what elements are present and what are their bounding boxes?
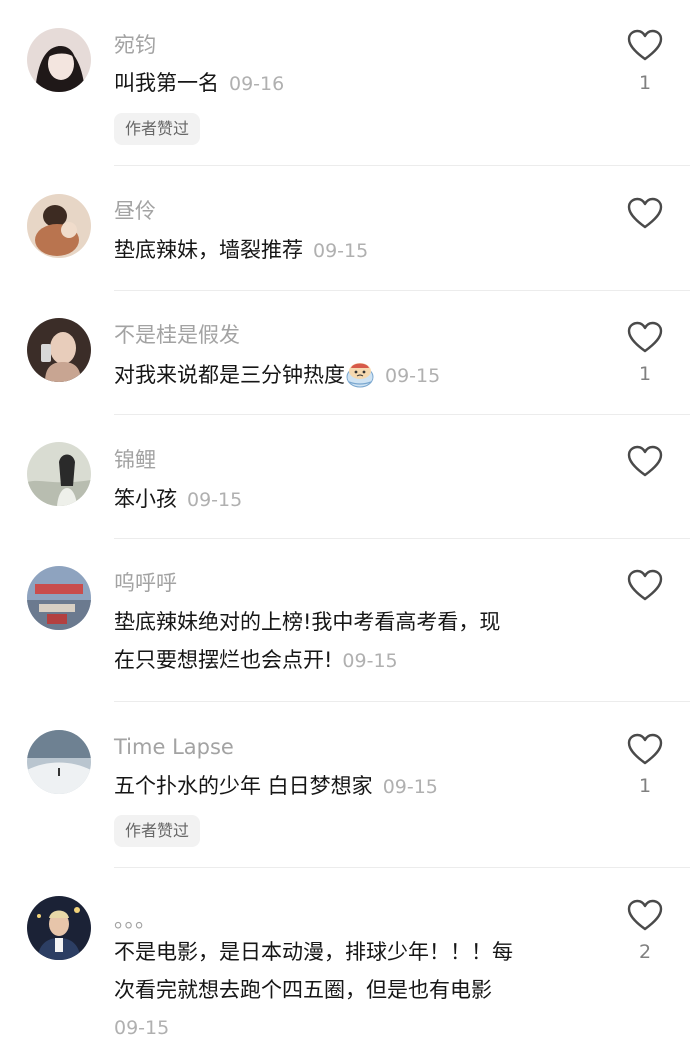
avatar[interactable] xyxy=(27,318,91,382)
username[interactable]: 昼伶 xyxy=(114,197,156,225)
comment-text-body: 叫我第一名 xyxy=(114,71,219,95)
username[interactable]: 呜呼呼 xyxy=(114,569,177,597)
divider xyxy=(114,414,690,415)
like-count: 2 xyxy=(638,941,652,963)
heart-outline-icon xyxy=(627,899,663,931)
avatar[interactable] xyxy=(27,28,91,92)
comment-text: 叫我第一名 09-16 xyxy=(114,64,594,103)
divider xyxy=(114,165,690,166)
divider xyxy=(114,538,690,539)
avatar[interactable] xyxy=(27,442,91,506)
comment-text: 五个扑水的少年 白日梦想家 09-15 xyxy=(114,767,594,806)
comment-date: 09-15 xyxy=(382,776,438,798)
heart-outline-icon xyxy=(627,445,663,477)
like-count: 1 xyxy=(638,775,652,797)
divider xyxy=(114,290,690,291)
divider xyxy=(114,701,690,702)
comment-text-line: 垫底辣妹绝对的上榜!我中考看高考看，现 xyxy=(114,610,501,634)
heart-outline-icon xyxy=(627,321,663,353)
comment-text-line: 不是电影，是日本动漫，排球少年！！！每 xyxy=(114,940,513,964)
author-liked-badge: 作者赞过 xyxy=(114,113,201,145)
heart-outline-icon xyxy=(627,29,663,61)
avatar[interactable] xyxy=(27,194,91,258)
like-count: 1 xyxy=(638,363,652,385)
username[interactable]: Time Lapse xyxy=(114,733,234,761)
avatar[interactable] xyxy=(27,896,91,960)
like-button[interactable] xyxy=(626,732,664,766)
comment-text: 垫底辣妹，墙裂推荐 09-15 xyxy=(114,231,594,270)
comment-date: 09-15 xyxy=(342,650,398,672)
username[interactable]: 宛钧 xyxy=(114,31,156,59)
comment-text-body: 垫底辣妹，墙裂推荐 xyxy=(114,238,303,262)
comment-text: 垫底辣妹绝对的上榜!我中考看高考看，现 在只要想摆烂也会点开! 09-15 xyxy=(114,603,594,680)
like-button[interactable] xyxy=(626,444,664,478)
comment-text: 不是电影，是日本动漫，排球少年！！！每 次看完就想去跑个四五圈，但是也有电影 09-… xyxy=(114,933,594,1047)
heart-outline-icon xyxy=(627,733,663,765)
comment-text-body: 五个扑水的少年 白日梦想家 xyxy=(114,774,373,798)
comment-text-line: 在只要想摆烂也会点开! xyxy=(114,648,333,672)
like-count: 1 xyxy=(638,72,652,94)
username[interactable]: 不是桂是假发 xyxy=(114,321,240,349)
like-button[interactable] xyxy=(626,196,664,230)
comment-text-body: 对我来说都是三分钟热度 xyxy=(114,363,345,387)
username[interactable]: 锦鲤 xyxy=(114,446,156,474)
comment-text-line: 次看完就想去跑个四五圈，但是也有电影 xyxy=(114,978,492,1002)
comment-text-body: 笨小孩 xyxy=(114,487,177,511)
avatar[interactable] xyxy=(27,730,91,794)
like-button[interactable] xyxy=(626,568,664,602)
comment-date: 09-15 xyxy=(385,365,441,387)
author-liked-badge: 作者赞过 xyxy=(114,815,201,847)
divider xyxy=(114,867,690,868)
comment-date: 09-15 xyxy=(313,240,369,262)
comment-text: 对我来说都是三分钟热度 09-15 xyxy=(114,356,594,395)
like-button[interactable] xyxy=(626,28,664,62)
comment-date: 09-15 xyxy=(187,489,243,511)
like-button[interactable] xyxy=(626,898,664,932)
like-button[interactable] xyxy=(626,320,664,354)
comment-date: 09-16 xyxy=(229,73,285,95)
crying-face-emoji xyxy=(346,363,374,388)
avatar[interactable] xyxy=(27,566,91,630)
username[interactable]: 。。。 xyxy=(114,906,156,934)
heart-outline-icon xyxy=(627,197,663,229)
heart-outline-icon xyxy=(627,569,663,601)
comment-date: 09-15 xyxy=(114,1017,170,1039)
comment-text: 笨小孩 09-15 xyxy=(114,480,594,519)
